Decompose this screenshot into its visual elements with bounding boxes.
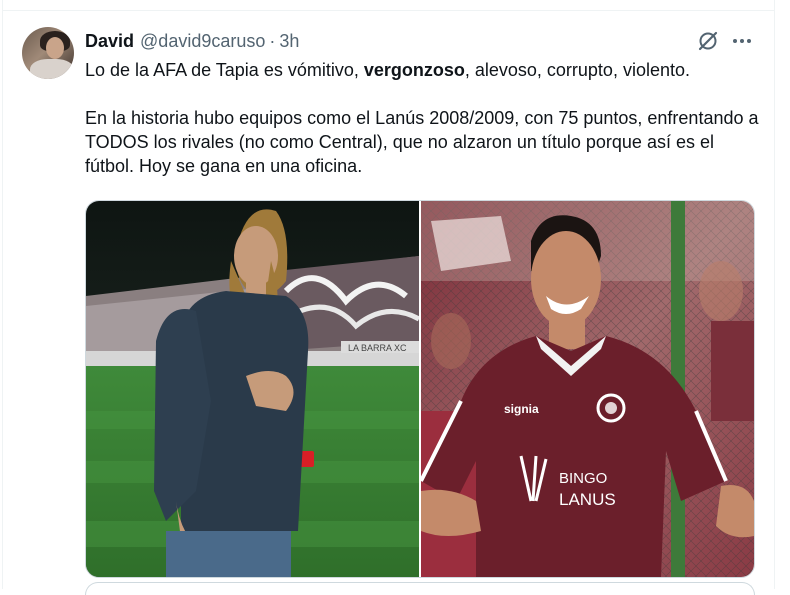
jersey-text-lanus: LANUS bbox=[559, 490, 616, 509]
timeline-border-right bbox=[774, 0, 775, 589]
more-options-icon[interactable] bbox=[730, 29, 754, 53]
tweet-line-1: Lo de la AFA de Tapia es vómitivo, vergo… bbox=[85, 60, 690, 80]
jersey-sponsor-signia: signia bbox=[504, 402, 539, 416]
tweet-media[interactable]: LA BARRA XC signia BINGO LANUS bbox=[85, 200, 755, 578]
tweet-header: David @david9caruso · 3h bbox=[85, 30, 299, 52]
tweet-text: Lo de la AFA de Tapia es vómitivo, vergo… bbox=[85, 58, 765, 178]
author-handle[interactable]: @david9caruso bbox=[140, 31, 265, 52]
bold-word: vergonzoso bbox=[363, 60, 465, 80]
timestamp[interactable]: 3h bbox=[279, 31, 299, 52]
grok-icon[interactable] bbox=[696, 29, 720, 53]
stadium-banner-text: LA BARRA XC bbox=[348, 343, 407, 353]
photo-coach-on-pitch[interactable]: LA BARRA XC bbox=[86, 201, 419, 577]
tweet-paragraph-2: En la historia hubo equipos como el Lanú… bbox=[85, 108, 759, 176]
author-name[interactable]: David bbox=[85, 31, 134, 52]
jersey-text-bingo: BINGO bbox=[559, 470, 607, 487]
avatar[interactable] bbox=[22, 27, 74, 79]
tweet-divider bbox=[2, 10, 775, 11]
separator-dot: · bbox=[269, 30, 276, 51]
timeline-border-left bbox=[2, 0, 3, 589]
photo-player-celebrating[interactable]: signia BINGO LANUS bbox=[421, 201, 754, 577]
